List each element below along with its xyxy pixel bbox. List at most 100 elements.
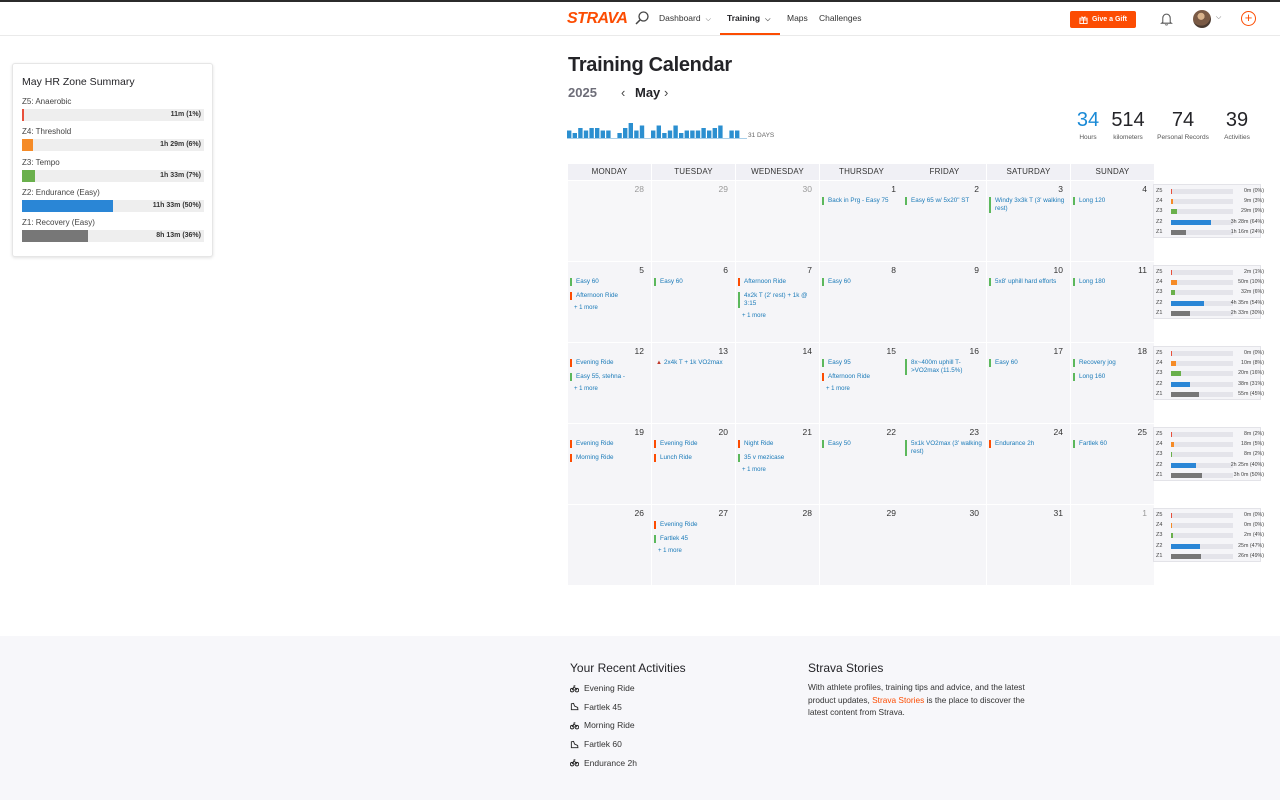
nav-training[interactable]: Training ⌵ [727, 13, 770, 24]
daily-volume-bar[interactable] [583, 130, 589, 139]
calendar-day[interactable]: 7 Afternoon Ride 4x2k T (2' rest) + 1k @ 3… [736, 262, 819, 342]
calendar-day[interactable]: 23 5x1k VO2max (3' walking rest) [903, 424, 986, 504]
calendar-day[interactable]: 21 Night Ride 35 v mezicase + 1 more [736, 424, 819, 504]
more-activities-link[interactable]: + 1 more [574, 386, 598, 392]
activity-link[interactable]: Evening Ride [654, 440, 731, 448]
activity-link[interactable]: Easy 60 [989, 359, 1066, 367]
nav-dashboard[interactable]: Dashboard ⌵ [659, 13, 711, 24]
activity-link[interactable]: Easy 65 w/ 5x20" ST [905, 197, 982, 205]
daily-volume-bar[interactable] [595, 128, 600, 138]
activity-link[interactable]: Evening Ride [570, 359, 647, 367]
daily-volume-bar[interactable] [567, 130, 572, 139]
activity-link[interactable]: Windy 3x3k T (3' walking rest) [989, 197, 1066, 213]
more-activities-link[interactable]: + 1 more [574, 305, 598, 311]
activity-link[interactable]: Easy 60 [822, 278, 899, 286]
calendar-day[interactable]: 17 Easy 60 [987, 343, 1070, 423]
activity-link[interactable]: Night Ride [738, 440, 815, 448]
calendar-day[interactable]: 28 [568, 181, 651, 261]
activity-link[interactable]: 8x~400m uphill T->VO2max (11.5%) [905, 359, 982, 375]
strava-logo[interactable]: STRAVA [567, 10, 628, 28]
calendar-day[interactable]: 29 [820, 505, 903, 585]
activity-link[interactable]: Easy 95 [822, 359, 899, 367]
strava-stories-link[interactable]: Strava Stories [872, 695, 924, 705]
daily-volume-bar[interactable] [673, 125, 678, 139]
daily-volume-bar[interactable] [656, 125, 661, 139]
activity-link[interactable]: Fartlek 45 [654, 535, 731, 543]
daily-volume-bar[interactable] [667, 130, 673, 139]
daily-volume-bar[interactable] [578, 128, 583, 138]
recent-activity-item[interactable]: Evening Ride [570, 683, 635, 693]
recent-activity-item[interactable]: Fartlek 45 [570, 702, 622, 712]
activity-link[interactable]: Afternoon Ride [570, 292, 647, 300]
add-activity-icon[interactable]: + [1241, 11, 1256, 26]
calendar-day[interactable]: 27 Evening Ride Fartlek 45 + 1 more [652, 505, 735, 585]
daily-volume-bar[interactable] [606, 130, 611, 139]
activity-link[interactable]: Back in Prg - Easy 75 [822, 197, 899, 205]
year-label[interactable]: 2025 [568, 85, 597, 100]
calendar-day[interactable]: 30 [736, 181, 819, 261]
calendar-day[interactable]: 31 [987, 505, 1070, 585]
calendar-day[interactable]: 30 [903, 505, 986, 585]
activity-link[interactable]: Afternoon Ride [738, 278, 815, 286]
activity-link[interactable]: 5x8' uphill hard efforts [989, 278, 1066, 286]
calendar-day[interactable]: 1 [1071, 505, 1154, 585]
avatar[interactable] [1193, 10, 1211, 28]
chevron-down-icon[interactable]: ⌵ [1216, 14, 1221, 22]
daily-volume-bar[interactable] [707, 130, 712, 139]
activity-link[interactable]: Lunch Ride [654, 454, 731, 462]
more-activities-link[interactable]: + 1 more [658, 548, 682, 554]
chevron-left-icon[interactable]: ‹ [621, 85, 625, 100]
daily-volume-bar[interactable] [718, 125, 723, 139]
activity-link[interactable]: Easy 50 [822, 440, 899, 448]
activity-link[interactable]: Fartlek 60 [1073, 440, 1150, 448]
activity-link[interactable]: Morning Ride [570, 454, 647, 462]
calendar-day[interactable]: 12 Evening Ride Easy 55, stehna - + 1 more [568, 343, 651, 423]
calendar-day[interactable]: 25 Fartlek 60 [1071, 424, 1154, 504]
daily-volume-bar[interactable] [617, 133, 622, 138]
more-activities-link[interactable]: + 1 more [826, 386, 850, 392]
daily-volume-bar[interactable] [662, 133, 667, 138]
activity-link[interactable]: Easy 60 [570, 278, 647, 286]
daily-volume-bar[interactable] [729, 130, 734, 139]
recent-activity-item[interactable]: Fartlek 60 [570, 739, 622, 749]
calendar-day[interactable]: 16 8x~400m uphill T->VO2max (11.5%) [903, 343, 986, 423]
nav-maps[interactable]: Maps [787, 13, 808, 23]
recent-activity-item[interactable]: Endurance 2h [570, 758, 637, 768]
daily-volume-bar[interactable] [628, 123, 633, 138]
calendar-day[interactable]: 4 Long 120 [1071, 181, 1154, 261]
recent-activity-item[interactable]: Morning Ride [570, 720, 635, 730]
daily-volume-bar[interactable] [639, 125, 645, 139]
calendar-day[interactable]: 3 Windy 3x3k T (3' walking rest) [987, 181, 1070, 261]
daily-volume-bar[interactable] [695, 130, 701, 139]
daily-volume-bar[interactable] [589, 128, 594, 138]
calendar-day[interactable]: 6 Easy 60 [652, 262, 735, 342]
calendar-day[interactable]: 18 Recovery jog Long 160 [1071, 343, 1154, 423]
daily-volume-bar[interactable] [679, 133, 684, 138]
activity-link[interactable]: Easy 60 [654, 278, 731, 286]
daily-volume-bar[interactable] [634, 130, 639, 139]
daily-volume-bar[interactable] [572, 133, 577, 138]
calendar-day[interactable]: 9 [903, 262, 986, 342]
bell-icon[interactable] [1160, 12, 1173, 26]
activity-link[interactable]: Long 120 [1073, 197, 1150, 205]
calendar-day[interactable]: 14 [736, 343, 819, 423]
activity-link[interactable]: Long 160 [1073, 373, 1150, 381]
calendar-day[interactable]: 19 Evening Ride Morning Ride [568, 424, 651, 504]
more-activities-link[interactable]: + 1 more [742, 313, 766, 319]
activity-link[interactable]: Afternoon Ride [822, 373, 899, 381]
calendar-day[interactable]: 11 Long 180 [1071, 262, 1154, 342]
calendar-day[interactable]: 28 [736, 505, 819, 585]
calendar-day[interactable]: 13 ▲ 2x4k T + 1k VO2max [652, 343, 735, 423]
calendar-day[interactable]: 15 Easy 95 Afternoon Ride + 1 more [820, 343, 903, 423]
daily-volume-bar[interactable] [690, 130, 695, 139]
daily-volume-bar[interactable] [701, 128, 706, 138]
activity-link[interactable]: ▲ 2x4k T + 1k VO2max [654, 359, 731, 367]
calendar-day[interactable]: 1 Back in Prg - Easy 75 [820, 181, 903, 261]
activity-link[interactable]: Easy 55, stehna - [570, 373, 647, 381]
search-icon[interactable] [634, 10, 650, 26]
nav-challenges[interactable]: Challenges [819, 13, 862, 23]
daily-volume-bar[interactable] [712, 128, 717, 138]
activity-link[interactable]: Evening Ride [654, 521, 731, 529]
calendar-day[interactable]: 22 Easy 50 [820, 424, 903, 504]
daily-volume-bar[interactable] [600, 130, 605, 139]
